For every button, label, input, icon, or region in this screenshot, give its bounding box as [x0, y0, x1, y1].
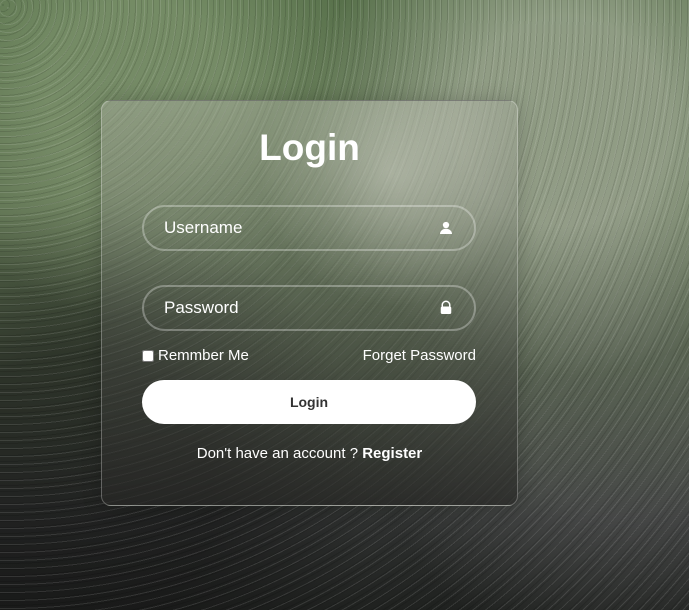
forgot-password-link[interactable]: Forget Password [363, 347, 476, 364]
password-input[interactable] [144, 287, 474, 329]
register-link[interactable]: Register [362, 445, 422, 462]
login-button[interactable]: Login [142, 380, 476, 424]
username-field [142, 205, 476, 251]
register-prompt: Don't have an account ? [196, 445, 363, 462]
username-input[interactable] [144, 207, 474, 249]
login-card: Login Remmber Me Forget Password Login D… [101, 100, 518, 506]
lock-icon [440, 300, 452, 314]
remember-me-control[interactable]: Remmber Me [142, 347, 249, 364]
password-field [142, 285, 476, 331]
remember-row: Remmber Me Forget Password [142, 347, 476, 367]
remember-me-checkbox[interactable] [142, 349, 154, 362]
user-icon [440, 221, 452, 234]
register-row: Don't have an account ? Register [102, 445, 517, 462]
page-title: Login [259, 127, 360, 168]
remember-me-label: Remmber Me [158, 347, 249, 364]
